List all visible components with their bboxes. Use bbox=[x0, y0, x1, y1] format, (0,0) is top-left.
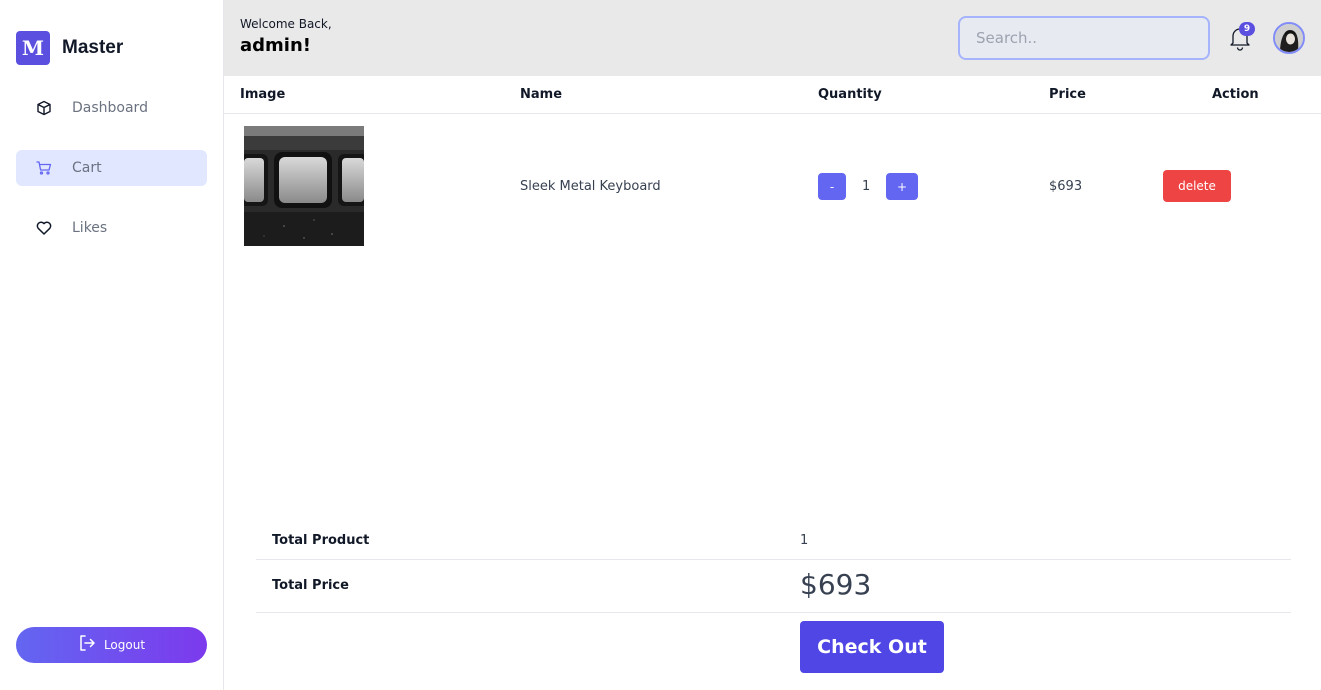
top-header: Welcome Back, admin! 9 bbox=[224, 0, 1321, 76]
username: admin! bbox=[240, 35, 311, 56]
column-header-action: Action bbox=[1212, 87, 1259, 102]
increment-quantity-button[interactable]: + bbox=[886, 173, 918, 200]
total-price-label: Total Price bbox=[272, 578, 349, 593]
app-root: M Master Dashboard Cart Likes Logout Wel… bbox=[0, 0, 1321, 690]
sidebar-item-label: Cart bbox=[72, 160, 102, 176]
cube-icon bbox=[36, 100, 52, 116]
summary-divider bbox=[256, 559, 1291, 560]
sidebar-item-likes[interactable]: Likes bbox=[16, 210, 207, 246]
notification-badge: 9 bbox=[1239, 22, 1255, 36]
cart-table-header: Image Name Quantity Price Action bbox=[224, 76, 1321, 114]
decrement-quantity-button[interactable]: - bbox=[818, 173, 846, 200]
product-name: Sleek Metal Keyboard bbox=[520, 179, 661, 194]
column-header-price: Price bbox=[1049, 87, 1086, 102]
brand-logo: M bbox=[16, 31, 50, 65]
total-product-label: Total Product bbox=[272, 533, 370, 548]
quantity-value: 1 bbox=[862, 179, 871, 194]
sidebar-item-cart[interactable]: Cart bbox=[16, 150, 207, 186]
brand-name: Master bbox=[62, 37, 124, 58]
avatar[interactable] bbox=[1273, 22, 1305, 54]
table-row: Sleek Metal Keyboard - 1 + $693 delete bbox=[224, 114, 1321, 254]
delete-button[interactable]: delete bbox=[1163, 170, 1231, 202]
logout-icon bbox=[78, 634, 96, 656]
summary-divider bbox=[256, 612, 1291, 613]
bell-icon bbox=[1226, 28, 1254, 56]
brand[interactable]: M Master bbox=[16, 31, 123, 65]
cart-icon bbox=[36, 160, 52, 176]
product-price: $693 bbox=[1049, 179, 1083, 194]
column-header-image: Image bbox=[240, 87, 286, 102]
sidebar-item-label: Likes bbox=[72, 220, 108, 236]
logout-label: Logout bbox=[103, 638, 146, 652]
heart-icon bbox=[36, 220, 52, 236]
welcome-text: Welcome Back, bbox=[240, 17, 332, 31]
total-product-value: 1 bbox=[800, 533, 809, 548]
column-header-name: Name bbox=[520, 87, 563, 102]
search-input[interactable] bbox=[958, 16, 1210, 60]
logout-button[interactable]: Logout bbox=[16, 627, 207, 663]
total-price-value: $693 bbox=[800, 568, 872, 601]
checkout-button[interactable]: Check Out bbox=[800, 621, 944, 673]
column-header-quantity: Quantity bbox=[818, 87, 882, 102]
product-image bbox=[244, 126, 364, 246]
sidebar-item-label: Dashboard bbox=[72, 100, 148, 116]
sidebar: M Master Dashboard Cart Likes Logout bbox=[0, 0, 224, 690]
sidebar-item-dashboard[interactable]: Dashboard bbox=[16, 90, 207, 126]
